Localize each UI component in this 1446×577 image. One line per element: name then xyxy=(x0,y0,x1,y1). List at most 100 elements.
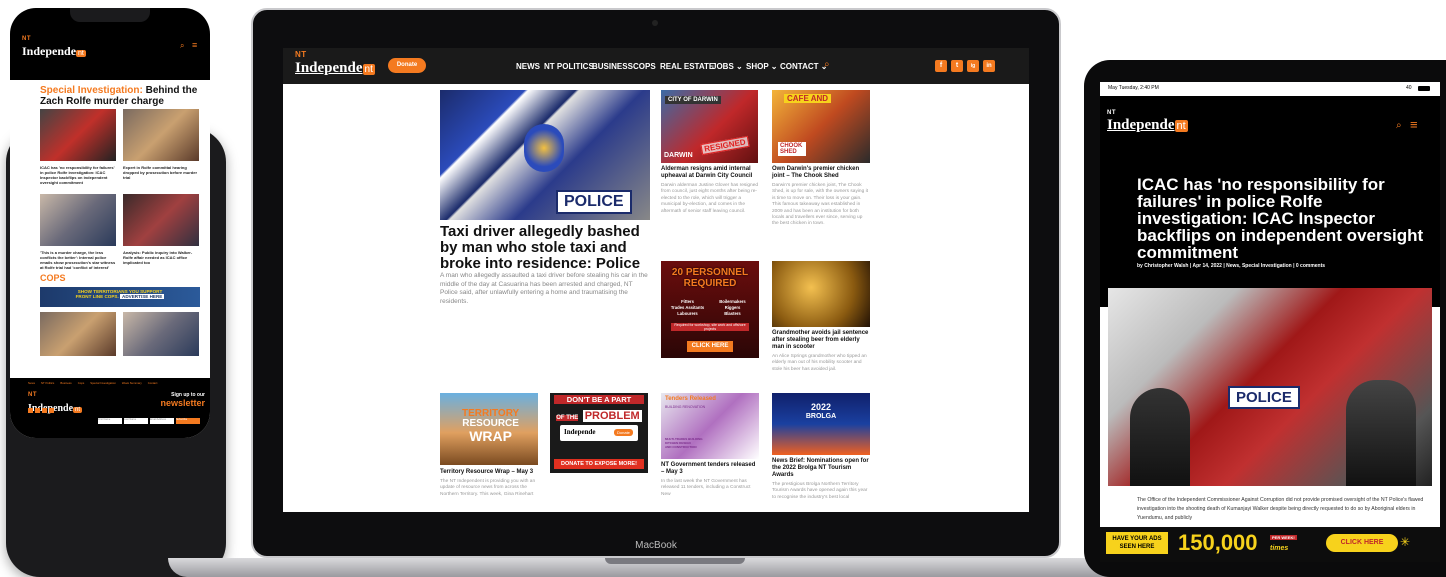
instagram-icon[interactable]: ig xyxy=(967,60,979,72)
role: Fitters xyxy=(681,299,694,304)
phone-cops-image-2[interactable] xyxy=(123,312,199,356)
phone-footer-link[interactable]: NT Politics xyxy=(41,381,54,385)
art5-img-sub: BUILDING RENOVATION xyxy=(665,405,706,409)
phone-footer-link[interactable]: News xyxy=(28,381,35,385)
status-time: May Tuesday, 2:40 PM xyxy=(1108,85,1159,91)
phone-footer-link[interactable]: Week Summary xyxy=(122,381,142,385)
phone-footer: News NT Politics Business Cops Special I… xyxy=(10,378,210,438)
phone-search-icon[interactable]: ⌕ xyxy=(180,41,184,51)
facebook-icon[interactable]: f xyxy=(935,60,947,72)
phone-menu-icon[interactable]: ≡ xyxy=(192,40,197,50)
phone-footer-social xyxy=(28,408,54,413)
logo-nt-box: nt xyxy=(76,50,86,57)
art5-img-item: AND CONSTRUCTION xyxy=(665,445,697,449)
article-3-title[interactable]: Grandmother avoids jail sentence after s… xyxy=(772,330,870,351)
tablet-ad-banner[interactable]: HAVE YOUR ADS SEEN HERE 150,000 PER WEEK… xyxy=(1100,527,1440,562)
art1-img-top: CITY OF DARWIN xyxy=(665,96,721,104)
phone-cops-image-1[interactable] xyxy=(40,312,116,356)
tablet-ad-number: 150,000 xyxy=(1178,530,1258,555)
last-name-input[interactable]: Last Name xyxy=(124,418,148,424)
phone-card-1-title[interactable]: ICAC has 'no responsibility for failures… xyxy=(40,165,118,185)
article-4-title[interactable]: Territory Resource Wrap – May 3 xyxy=(440,469,538,476)
phone-cops-banner[interactable]: SHOW TERRITORIANS YOU SUPPORT FRONT LINE… xyxy=(40,287,200,307)
phone-footer-link[interactable]: Contact xyxy=(148,381,158,385)
phone-banner-cta[interactable]: ADVERTISE HERE xyxy=(120,294,165,299)
macbook-label: MacBook xyxy=(635,540,677,551)
laptop-screen: NT Independe nt Donate NEWS NT POLITICS B… xyxy=(283,48,1029,512)
police-badge-icon xyxy=(524,124,564,172)
linkedin-icon[interactable]: in xyxy=(983,60,995,72)
hero-excerpt: A man who allegedly assaulted a taxi dri… xyxy=(440,272,648,305)
article-2-image[interactable]: CAFE AND CHOOK SHED xyxy=(772,90,870,163)
phone-footer-link[interactable]: Cops xyxy=(78,381,85,385)
tablet-screen: May Tuesday, 2:40 PM 40 NT Independe nt ⌕… xyxy=(1100,82,1440,562)
article-3-excerpt: An Alice Springs grandmother who tipped … xyxy=(772,354,867,372)
tablet-logo[interactable]: NT Independe nt xyxy=(1107,110,1188,134)
nav-cops[interactable]: COPS xyxy=(633,62,656,71)
art5-img-head: Tenders Released xyxy=(665,396,716,402)
tablet-hero-image[interactable]: POLICE xyxy=(1108,288,1432,486)
tablet-search-icon[interactable]: ⌕ xyxy=(1396,120,1402,131)
hero-image[interactable]: POLICE xyxy=(440,90,650,220)
linkedin-icon[interactable] xyxy=(49,408,54,413)
article-2-title[interactable]: Own Darwin's premier chicken joint – The… xyxy=(772,166,870,180)
phone-footer-link[interactable]: Special Investigation xyxy=(90,381,116,385)
article-5-image[interactable]: Tenders Released BUILDING RENOVATION MUL… xyxy=(661,393,759,459)
facebook-icon[interactable] xyxy=(28,408,33,413)
hamburger-icon[interactable]: ≡ xyxy=(1410,117,1418,132)
donate-ad-line3: PROBLEM xyxy=(582,410,642,422)
twitter-icon[interactable]: t xyxy=(951,60,963,72)
jobs-ad[interactable]: 20 PERSONNEL REQUIRED Fitters Boilermaker… xyxy=(661,261,759,358)
first-name-input[interactable]: First Name xyxy=(98,418,122,424)
nav-jobs[interactable]: JOBS ⌄ xyxy=(712,62,743,71)
instagram-icon[interactable] xyxy=(42,408,47,413)
tablet-logo-nt: NT xyxy=(1107,110,1116,116)
role: Boilermakers xyxy=(719,299,746,304)
search-icon[interactable]: ⌕ xyxy=(824,59,830,70)
art6-img-line: BROLGA xyxy=(805,413,837,420)
article-1-title[interactable]: Alderman resigns amid internal upheaval … xyxy=(661,166,759,180)
phone-card-3-title[interactable]: 'This is a murder charge, the less confl… xyxy=(40,250,118,270)
nav-news[interactable]: NEWS xyxy=(516,62,540,71)
phone-footer-link[interactable]: Business xyxy=(60,381,71,385)
phone-card-3-image[interactable] xyxy=(40,194,116,246)
donate-ad[interactable]: DON'T BE A PART OF THE PROBLEM Independe… xyxy=(550,393,648,473)
article-5-title[interactable]: NT Government tenders released – May 3 xyxy=(661,462,759,476)
donate-button[interactable]: Donate xyxy=(388,58,426,73)
nav-shop[interactable]: SHOP ⌄ xyxy=(746,62,777,71)
jobs-ad-cta[interactable]: CLICK HERE xyxy=(687,341,733,352)
nav-business[interactable]: BUSINESS xyxy=(592,62,633,71)
phone-card-2-image[interactable] xyxy=(123,109,199,161)
phone-card-1-image[interactable] xyxy=(40,109,116,161)
phone-newsletter-text: newsletter xyxy=(160,398,205,408)
battery-icon xyxy=(1418,86,1430,91)
article-6-title[interactable]: News Brief: Nominations open for the 202… xyxy=(772,458,870,479)
role: Labourers xyxy=(677,311,698,316)
webcam xyxy=(652,20,658,26)
tablet-ad-cta[interactable]: CLICK HERE xyxy=(1326,534,1398,552)
art1-img-stamp: RESIGNED xyxy=(700,135,750,156)
nav-nt-politics[interactable]: NT POLITICS xyxy=(544,62,594,71)
phone-card-2-title[interactable]: Expert in Rolfe committal hearing droppe… xyxy=(123,165,201,180)
email-input[interactable]: Email Address xyxy=(150,418,174,424)
art4-img-text: TERRITORY RESOURCE WRAP xyxy=(462,409,519,444)
nav-contact[interactable]: CONTACT ⌄ xyxy=(780,62,827,71)
phone-logo[interactable]: NT Independe nt xyxy=(22,36,86,60)
subscribe-button[interactable]: Subscribe xyxy=(176,418,200,424)
phone-card-4-image[interactable] xyxy=(123,194,199,246)
jobs-ad-note: Required for workshop, site work and off… xyxy=(671,323,749,331)
jobs-ad-roles: Fitters Boilermakers Trades Assitants Rigg… xyxy=(667,299,753,316)
phone-card-4-title[interactable]: Analysis: Public inquiry into Walker-Rol… xyxy=(123,250,201,265)
article-1-image[interactable]: CITY OF DARWIN RESIGNED DARWIN xyxy=(661,90,758,163)
article-4-image[interactable]: TERRITORY RESOURCE WRAP xyxy=(440,393,538,465)
phone-section-title: Special Investigation: Behind the Zach R… xyxy=(40,85,205,107)
nav-real-estate[interactable]: REAL ESTATE xyxy=(660,62,714,71)
laptop-logo[interactable]: NT Independe nt xyxy=(295,50,375,77)
article-6-image[interactable]: 2022 BROLGA xyxy=(772,393,870,455)
donate-ad-btn[interactable]: Donate xyxy=(614,429,633,436)
phone-notch xyxy=(70,8,150,22)
donate-ad-cta[interactable]: DONATE TO EXPOSE MORE! xyxy=(554,459,644,469)
hero-title[interactable]: Taxi driver allegedly bashed by man who … xyxy=(440,224,650,272)
article-3-image[interactable] xyxy=(772,261,870,327)
twitter-icon[interactable] xyxy=(35,408,40,413)
